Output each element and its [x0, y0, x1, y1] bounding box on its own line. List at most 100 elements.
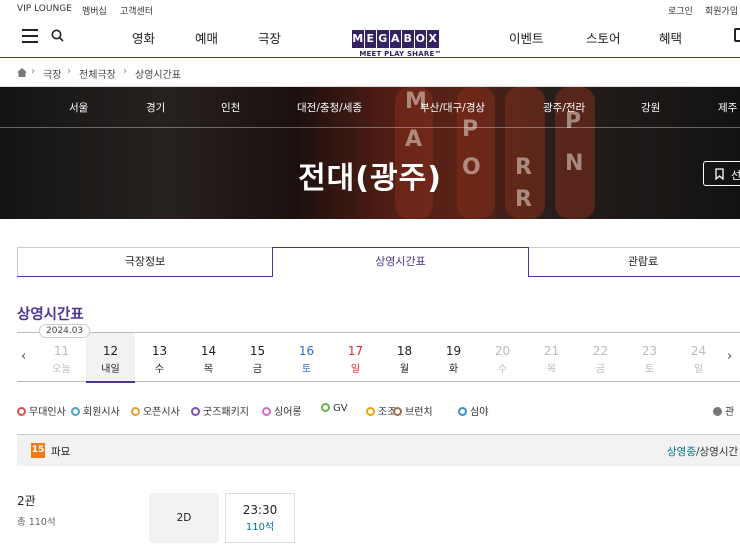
legend-label: 오픈시사	[143, 407, 180, 418]
date-weekday: 금	[595, 364, 606, 375]
chevron-right-icon: ›	[67, 66, 71, 77]
signup-link[interactable]: 회원가입	[705, 4, 738, 17]
favorite-theater-button[interactable]: 선	[703, 161, 740, 186]
date-weekday: 월	[399, 364, 410, 375]
region-gwangju[interactable]: 광주/전라	[543, 100, 585, 115]
nav-benefit[interactable]: 혜택	[659, 28, 682, 47]
date-weekday: 수	[154, 364, 165, 375]
date-weekday: 내일	[101, 364, 120, 375]
date-number: 14	[200, 344, 217, 358]
date-number: 13	[151, 344, 168, 358]
hamburger-menu-icon[interactable]	[22, 29, 38, 43]
date-item[interactable]: 18 월	[380, 333, 429, 382]
showtime-button[interactable]: 23:30 110석	[225, 493, 295, 543]
breadcrumb-theater[interactable]: 극장	[43, 66, 61, 81]
region-busan[interactable]: 부산/대구/경상	[420, 100, 485, 115]
vip-lounge-link[interactable]: VIP LOUNGE	[17, 4, 72, 14]
customer-center-link[interactable]: 고객센터	[120, 4, 153, 17]
bookmark-icon	[715, 168, 724, 180]
main-navigation: 영화 예매 극장 MEGABOX MEET PLAY SHARE™ 이벤트 스토…	[0, 20, 740, 58]
legend-icon	[321, 403, 330, 412]
date-weekday: 토	[644, 364, 655, 375]
region-jeju[interactable]: 제주	[718, 100, 737, 115]
logo-letter: G	[377, 30, 389, 48]
membership-link[interactable]: 멤버십	[82, 4, 107, 17]
date-item: 23 토	[625, 333, 674, 382]
date-number: 20	[494, 344, 511, 358]
home-icon[interactable]	[17, 68, 27, 77]
legend-label: 싱어롱	[274, 407, 302, 418]
legend-item: 조조	[366, 403, 396, 418]
legend-icon	[393, 407, 402, 416]
login-link[interactable]: 로그인	[668, 4, 693, 17]
hall-total-seats: 총 110석	[17, 517, 56, 528]
logo-letter: X	[427, 30, 439, 48]
breadcrumb-schedule[interactable]: 상영시간표	[135, 66, 181, 81]
legend-icon	[191, 407, 200, 416]
date-item: 21 목	[527, 333, 576, 382]
region-seoul[interactable]: 서울	[69, 100, 88, 115]
region-daejeon[interactable]: 대전/충청/세종	[297, 100, 362, 115]
date-item[interactable]: 19 화	[429, 333, 478, 382]
region-gyeonggi[interactable]: 경기	[146, 100, 165, 115]
movie-status: 상영중/상영시간	[667, 444, 738, 459]
legend-item: 굿즈패키지	[191, 403, 249, 418]
date-item[interactable]: 12 내일	[86, 333, 135, 383]
date-number: 17	[347, 344, 364, 358]
date-number: 21	[543, 344, 560, 358]
tab-price[interactable]: 관람료	[528, 247, 740, 277]
legend: 관 무대인사 회원시사 오픈시사 굿즈패키지 싱어롱 GV 조조 브런치 심야	[17, 403, 740, 418]
logo-letter: O	[414, 30, 426, 48]
date-number: 11	[53, 344, 70, 358]
date-item[interactable]: 17 일	[331, 333, 380, 382]
nav-booking[interactable]: 예매	[195, 28, 218, 47]
date-weekday: 일	[350, 364, 361, 375]
logo-letter: A	[389, 30, 401, 48]
chevron-left-icon[interactable]: ‹	[21, 349, 26, 364]
nav-store[interactable]: 스토어	[586, 28, 621, 47]
tab-theater-info[interactable]: 극장정보	[17, 247, 273, 277]
date-number: 15	[249, 344, 266, 358]
calendar-icon[interactable]	[734, 28, 740, 42]
logo-letter: E	[364, 30, 376, 48]
region-tabs: 서울 경기 인천 대전/충청/세종 부산/대구/경상 광주/전라 강원 제주	[0, 87, 740, 128]
legend-label: 심야	[470, 407, 489, 418]
legend-item: GV	[321, 403, 348, 414]
legend-icon	[458, 407, 467, 416]
date-weekday: 토	[301, 364, 312, 375]
region-incheon[interactable]: 인천	[221, 100, 240, 115]
section-title: 상영시간표	[17, 307, 84, 323]
tab-schedule[interactable]: 상영시간표	[272, 247, 529, 277]
legend-icon	[366, 407, 375, 416]
date-number: 22	[592, 344, 609, 358]
search-icon[interactable]	[51, 29, 64, 42]
date-weekday: 화	[448, 364, 459, 375]
date-item[interactable]: 16 토	[282, 333, 331, 382]
legend-icon	[71, 407, 80, 416]
date-weekday: 목	[546, 364, 557, 375]
nav-movie[interactable]: 영화	[132, 28, 155, 47]
legend-icon	[131, 407, 140, 416]
legend-info[interactable]: 관	[713, 403, 734, 418]
theater-tabs: 극장정보 상영시간표 관람료	[17, 247, 740, 277]
region-gangwon[interactable]: 강원	[641, 100, 660, 115]
date-item: 24 일	[674, 333, 723, 382]
date-item[interactable]: 13 수	[135, 333, 184, 382]
date-item[interactable]: 14 목	[184, 333, 233, 382]
legend-label: 굿즈패키지	[203, 407, 249, 418]
chevron-right-icon[interactable]: ›	[727, 349, 732, 364]
movie-header: 15 파묘 상영중/상영시간	[17, 434, 740, 466]
legend-icon	[262, 407, 271, 416]
date-weekday: 수	[497, 364, 508, 375]
date-item: 22 금	[576, 333, 625, 382]
legend-icon	[17, 407, 26, 416]
chevron-right-icon: ›	[31, 66, 35, 77]
breadcrumb-all-theaters[interactable]: 전체극장	[79, 66, 116, 81]
breadcrumb: › 극장 › 전체극장 › 상영시간표	[0, 58, 740, 87]
legend-item: 회원시사	[71, 403, 120, 418]
date-item[interactable]: 15 금	[233, 333, 282, 382]
movie-title[interactable]: 파묘	[51, 444, 70, 459]
nav-theater[interactable]: 극장	[258, 28, 281, 47]
megabox-logo[interactable]: MEGABOX MEET PLAY SHARE™	[352, 30, 452, 58]
nav-event[interactable]: 이벤트	[509, 28, 544, 47]
